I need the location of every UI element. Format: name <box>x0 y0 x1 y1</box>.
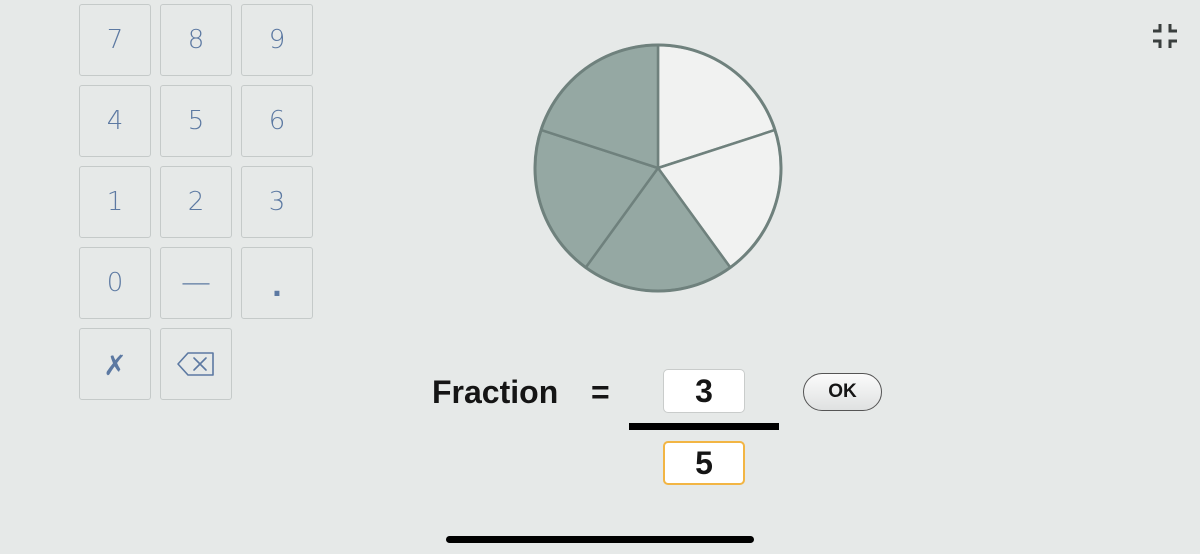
equals-sign: = <box>591 374 610 410</box>
key-label: 0 <box>106 268 124 298</box>
key-0[interactable]: 0 <box>79 247 151 319</box>
key-minus[interactable]: — <box>160 247 232 319</box>
key-label: 3 <box>268 187 286 217</box>
key-label: 5 <box>187 106 205 136</box>
collapse-fullscreen-icon[interactable] <box>1150 21 1180 51</box>
key-label: . <box>271 270 283 303</box>
key-7[interactable]: 7 <box>79 4 151 76</box>
key-label: 6 <box>268 106 286 136</box>
ok-button[interactable]: OK <box>803 373 882 411</box>
key-3[interactable]: 3 <box>241 166 313 238</box>
key-label: 4 <box>106 106 124 136</box>
key-backspace[interactable] <box>160 328 232 400</box>
numerator-field[interactable]: 3 <box>663 369 745 413</box>
key-4[interactable]: 4 <box>79 85 151 157</box>
key-clear[interactable]: ✗ <box>79 328 151 400</box>
backspace-icon <box>177 352 214 376</box>
key-9[interactable]: 9 <box>241 4 313 76</box>
keypad: 7 8 9 4 5 6 1 2 3 0 — . ✗ <box>79 4 319 404</box>
denominator-field[interactable]: 5 <box>663 441 745 485</box>
key-label: 1 <box>106 187 124 217</box>
key-label: 2 <box>187 187 205 217</box>
key-5[interactable]: 5 <box>160 85 232 157</box>
key-label: — <box>181 265 211 300</box>
key-6[interactable]: 6 <box>241 85 313 157</box>
key-8[interactable]: 8 <box>160 4 232 76</box>
key-label: 8 <box>187 25 205 55</box>
clear-icon: ✗ <box>103 349 127 382</box>
key-2[interactable]: 2 <box>160 166 232 238</box>
fraction-label: Fraction <box>432 374 559 410</box>
key-decimal[interactable]: . <box>241 247 313 319</box>
home-indicator <box>446 536 754 543</box>
key-label: 9 <box>268 25 286 55</box>
fraction-bar <box>629 423 779 430</box>
key-label: 7 <box>106 25 124 55</box>
key-1[interactable]: 1 <box>79 166 151 238</box>
fraction-pie <box>533 43 783 293</box>
